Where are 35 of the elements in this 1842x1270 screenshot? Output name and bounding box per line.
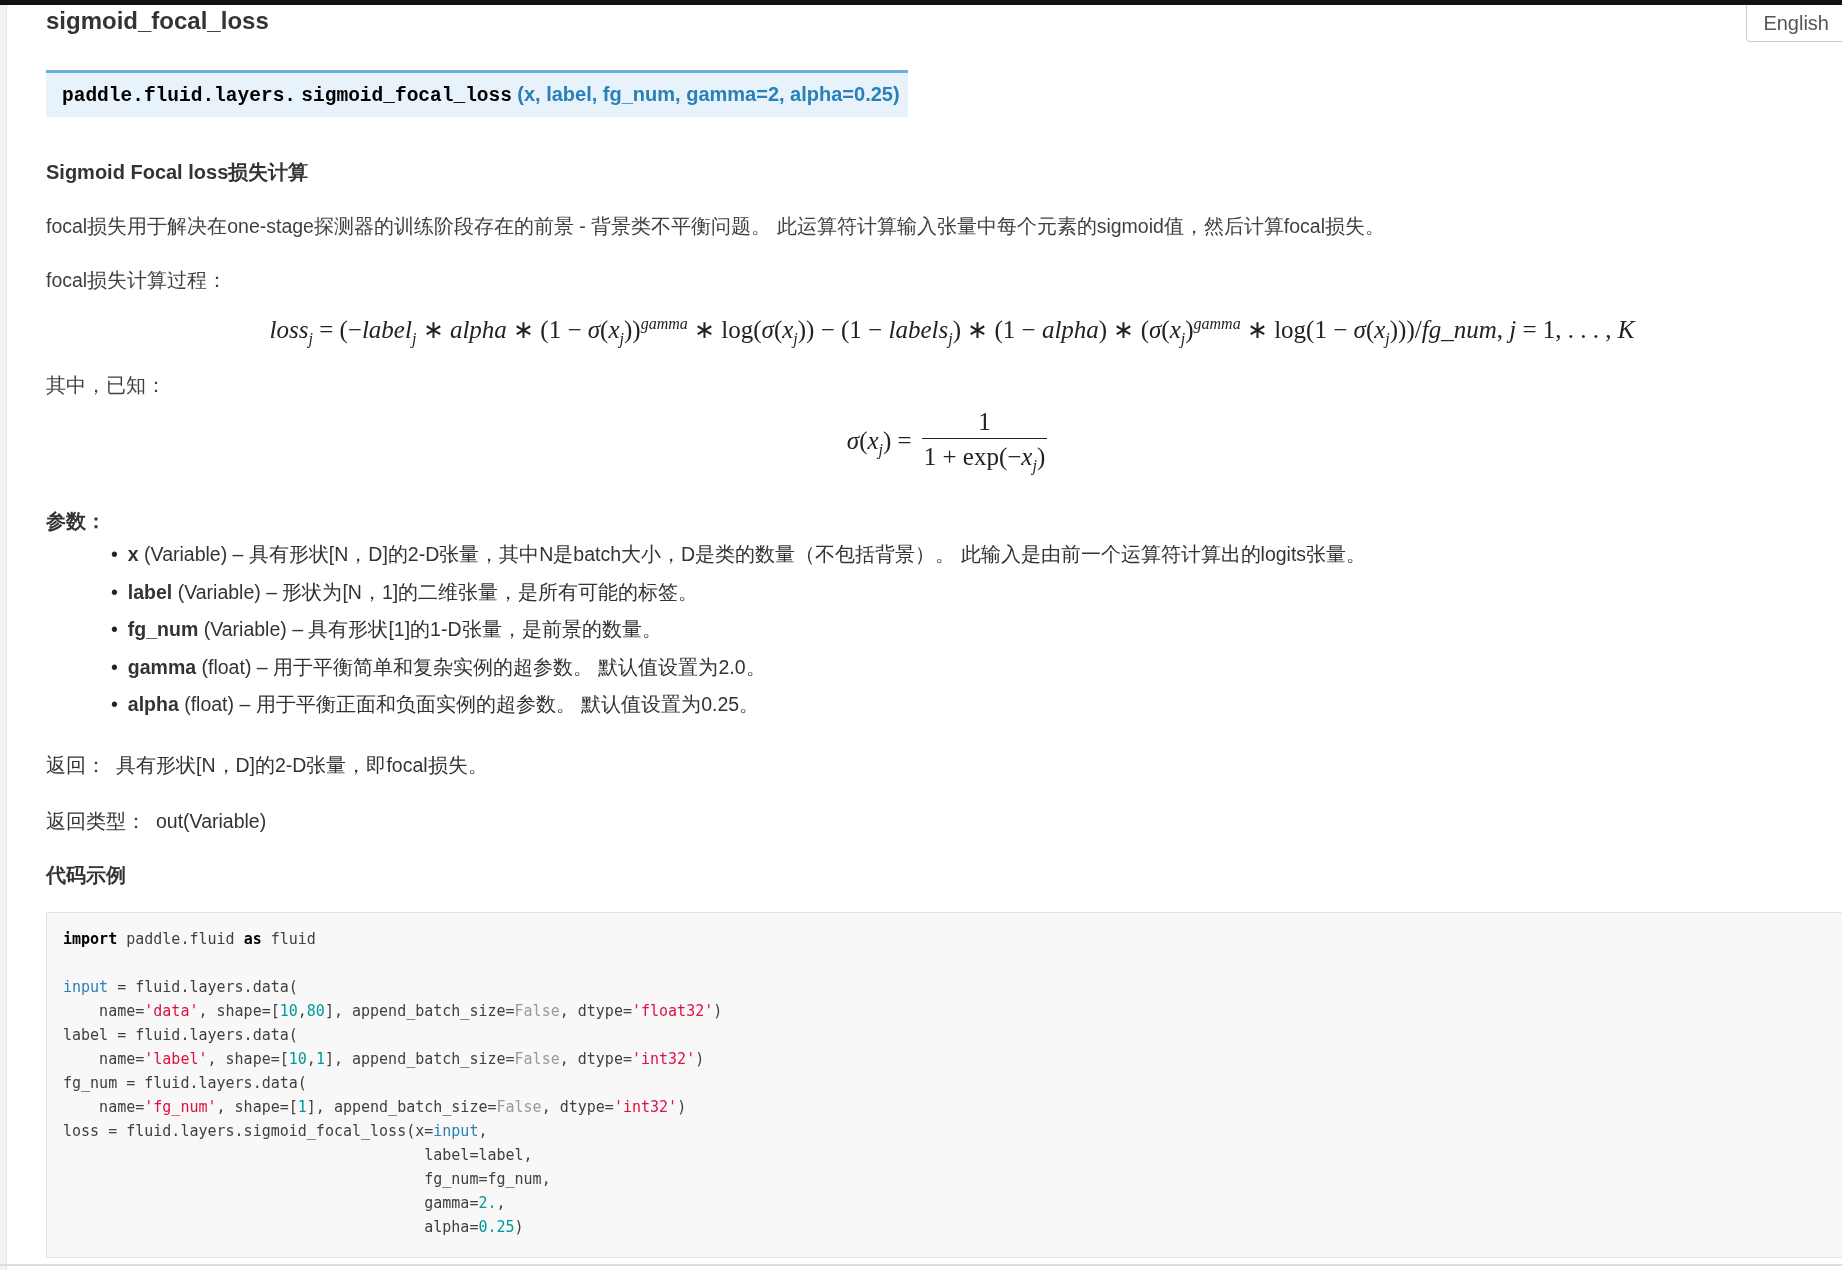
code-line: name='label', shape=[10,1], append_batch_size=False, dtype='int32') (98, 1049, 706, 1071)
bullet: • (111, 617, 118, 643)
code-line: fg_num=fg_num, (423, 1169, 552, 1191)
process-label: focal损失计算过程： (46, 268, 229, 293)
code-line: fg_num = fluid.layers.data( (63, 1073, 308, 1095)
code-line: loss = fluid.layers.sigmoid_focal_loss(x=input, (63, 1121, 489, 1143)
code-line: label=label, (423, 1145, 534, 1167)
code-line: gamma=2., (423, 1193, 507, 1215)
bullet: • (111, 654, 118, 680)
bullet: • (111, 692, 118, 718)
bullet: • (111, 579, 118, 605)
code-line: name='fg_num', shape=[1], append_batch_size=False, dtype='int32') (98, 1097, 688, 1119)
parameter-item: gamma (float) – 用于平衡简单和复杂实例的超参数。 默认值设置为2.0。 (127, 654, 766, 680)
returns-text: 具有形状[N，D]的2-D张量，即focal损失。 (116, 753, 488, 779)
parameter-item: x (Variable) – 具有形状[N，D]的2-D张量，其中N是batch大小，D是类的数量（不包括背景）。 此输入是由前一个运算符计算出的logits张量。 (127, 542, 1367, 568)
code-line: label = fluid.layers.data( (63, 1025, 299, 1047)
code-line: import paddle.fluid as fluid (63, 929, 317, 951)
parameter-item: fg_num (Variable) – 具有形状[1]的1-D张量，是前景的数量。 (127, 617, 662, 643)
description-text: focal损失用于解决在one-stage探测器的训练阶段存在的前景 - 背景类不平衡问题。 此运算符计算输入张量中每个元素的sigmoid值，然后计算focal损失。 (46, 214, 1387, 239)
code-line: alpha=0.25) (423, 1217, 525, 1239)
section-heading: 代码示例 (46, 863, 127, 889)
code-line: name='data', shape=[10,80], append_batch_size=False, dtype='float32') (98, 1001, 724, 1023)
loss-formula: loss$_{j}$ = (−label$_{j}$ ∗ alpha ∗ (1 − σ(x$_{j}$))$^{gamma}$ ∗ log(σ(x$_{j}$)) − (1 − labels$_{j}$) ∗ (1 − alpha) ∗ (σ(x$_{j}$)$^{gamma}$ ∗ log(1 − σ(x$_{j}$)))/fg_num, j = 1, . . . , K (269, 314, 1635, 350)
known-label: 其中，已知： (46, 373, 167, 399)
page-title: sigmoid_focal_loss (46, 6, 269, 36)
parameter-item: label (Variable) – 形状为[N，1]的二维张量，是所有可能的标签。 (127, 579, 699, 605)
return-type-label: 返回类型： (46, 809, 146, 835)
code-line: input = fluid.layers.data( (63, 977, 299, 999)
bullet: • (111, 542, 118, 568)
return-type-text: out(Variable) (156, 809, 267, 835)
params-label: 参数： (46, 509, 107, 535)
function-signature: paddle.fluid.layers. sigmoid_focal_loss (x, label, fg_num, gamma=2, alpha=0.25) (46, 70, 908, 117)
returns-label: 返回： (46, 753, 106, 779)
section-heading: Sigmoid Focal loss损失计算 (46, 160, 310, 185)
parameter-item: alpha (float) – 用于平衡正面和负面实例的超参数。 默认值设置为0.25。 (127, 692, 760, 718)
